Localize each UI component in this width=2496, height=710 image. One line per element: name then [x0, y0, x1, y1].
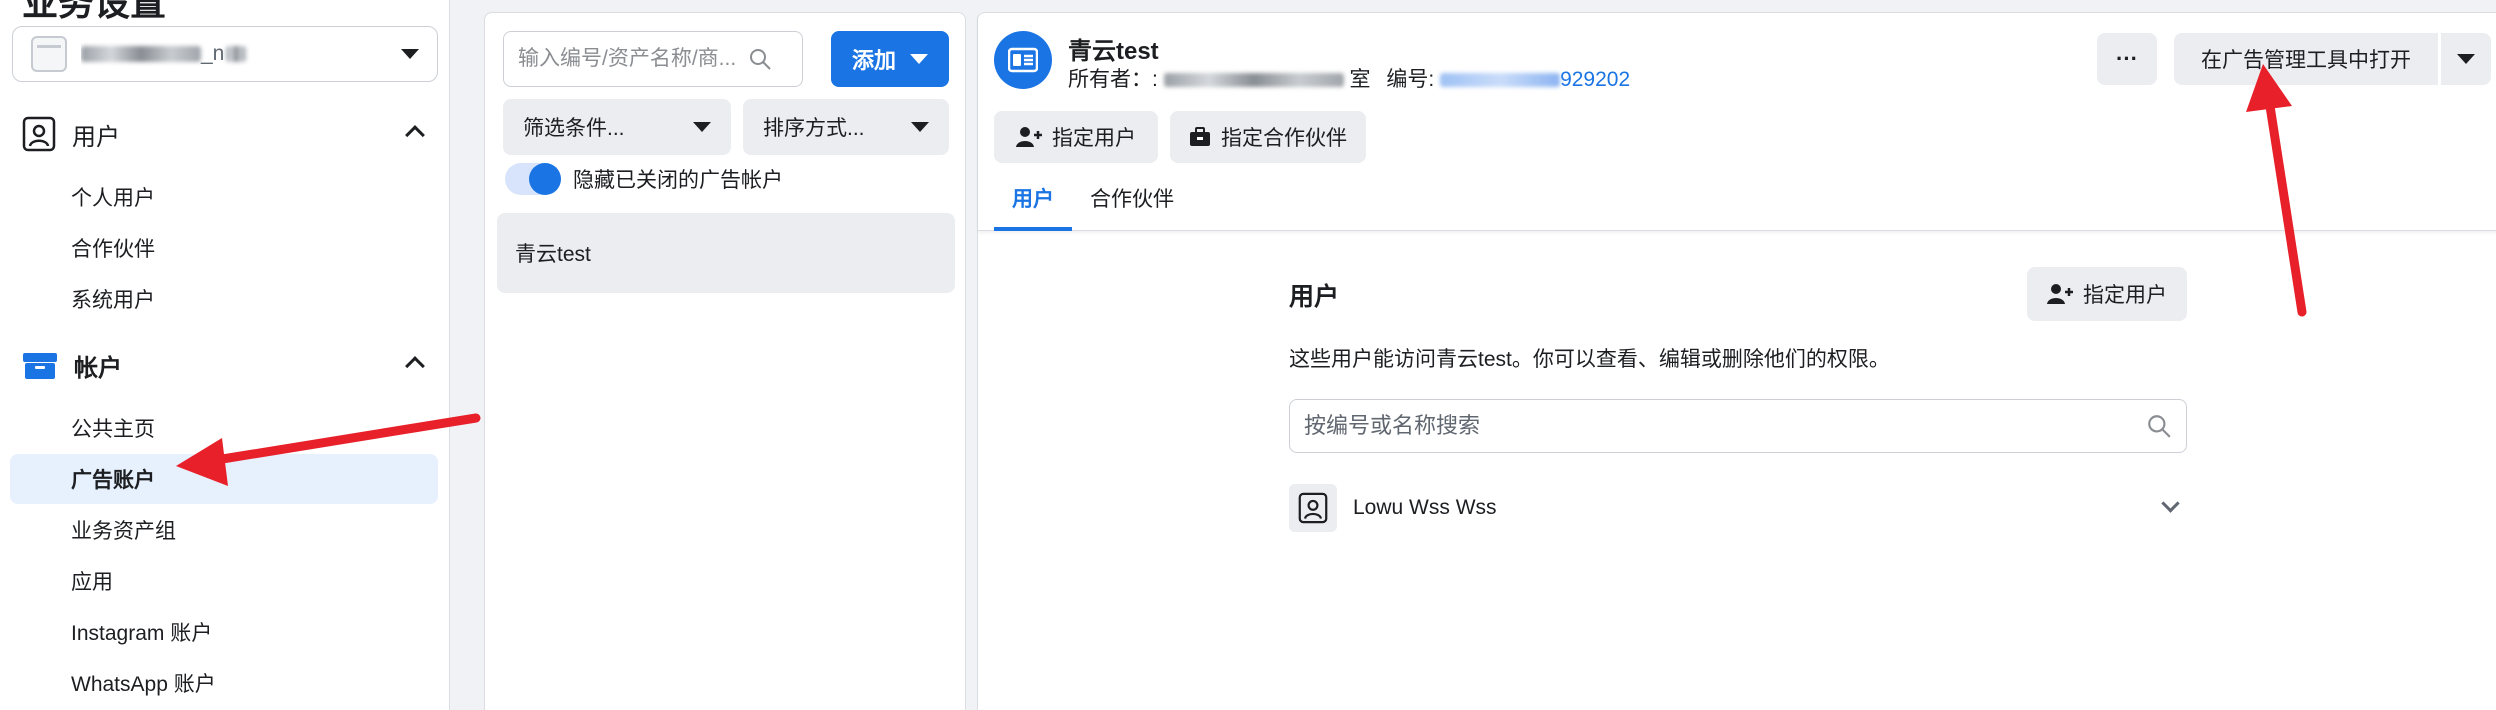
- redacted-text: [226, 46, 247, 63]
- business-name: _n: [81, 42, 401, 66]
- chevron-up-icon[interactable]: [405, 125, 425, 145]
- sidebar-item-people[interactable]: 个人用户: [10, 172, 438, 222]
- id-label: 编号:: [1386, 68, 1435, 91]
- users-section-title: 用户: [1289, 283, 1340, 311]
- person-badge-icon: [22, 116, 56, 152]
- hide-closed-toggle[interactable]: [505, 163, 561, 195]
- redacted-text: [1440, 73, 1561, 88]
- redacted-text: [81, 46, 201, 63]
- asset-list-panel: 添加 筛选条件... 排序方式... 隐藏已关闭的广告帐户 青云test: [484, 12, 966, 710]
- briefcase-icon: [23, 353, 57, 379]
- sidebar-section-users[interactable]: 用户: [22, 114, 425, 154]
- sidebar-section-label: 用户: [72, 123, 120, 151]
- assign-user-button[interactable]: 指定用户: [994, 111, 1158, 163]
- assign-partner-button[interactable]: 指定合作伙伴: [1170, 111, 1366, 163]
- list-item[interactable]: 青云test: [497, 213, 955, 293]
- sidebar-item-apps[interactable]: 应用: [10, 556, 438, 606]
- chevron-down-icon: [910, 54, 928, 64]
- assign-partner-label: 指定合作伙伴: [1221, 127, 1347, 150]
- asset-search-input[interactable]: [518, 47, 748, 71]
- sort-dropdown[interactable]: 排序方式...: [743, 99, 949, 155]
- users-search[interactable]: [1289, 399, 2187, 453]
- account-meta: 所有者：: 室 编号: 929202: [1068, 63, 1630, 93]
- sidebar-item-partners[interactable]: 合作伙伴: [10, 223, 438, 273]
- add-button[interactable]: 添加: [831, 31, 949, 87]
- detail-header: 青云test 所有者：: 室 编号: 929202 ··· 在广告管理工具中打开…: [978, 13, 2496, 231]
- search-icon: [750, 49, 771, 70]
- redacted-text: [1163, 73, 1344, 88]
- user-name: Lowu Wss Wss: [1353, 496, 1497, 519]
- sort-dropdown-label: 排序方式...: [763, 117, 865, 140]
- open-options-dropdown[interactable]: [2441, 33, 2491, 85]
- asset-detail-panel: 青云test 所有者：: 室 编号: 929202 ··· 在广告管理工具中打开…: [977, 12, 2496, 710]
- users-search-input[interactable]: [1304, 413, 2124, 439]
- chevron-down-icon: [693, 122, 711, 132]
- business-selector[interactable]: _n: [12, 26, 438, 82]
- filter-dropdown-label: 筛选条件...: [523, 117, 625, 140]
- more-options-button[interactable]: ···: [2097, 33, 2157, 85]
- sidebar-item-pages[interactable]: 公共主页: [10, 403, 438, 453]
- users-assign-user-button[interactable]: 指定用户: [2027, 267, 2187, 321]
- chevron-down-icon: [401, 49, 419, 59]
- asset-search[interactable]: [503, 31, 803, 87]
- page-title: 业务设置: [22, 0, 167, 23]
- account-id[interactable]: 929202: [1560, 68, 1630, 91]
- detail-tabs: 用户 合作伙伴: [994, 181, 1192, 231]
- add-button-label: 添加: [851, 48, 896, 73]
- hide-closed-toggle-row: 隐藏已关闭的广告帐户: [505, 163, 783, 195]
- search-icon: [2148, 415, 2171, 438]
- owner-label: 所有者：:: [1068, 68, 1158, 91]
- sidebar-section-accounts[interactable]: 帐户: [22, 345, 425, 385]
- business-name-suffix: _n: [201, 42, 225, 65]
- owner-suffix: 室: [1349, 68, 1371, 91]
- sidebar-item-business-asset-groups[interactable]: 业务资产组: [10, 505, 438, 555]
- hide-closed-toggle-label: 隐藏已关闭的广告帐户: [573, 169, 783, 192]
- tab-users[interactable]: 用户: [994, 181, 1072, 231]
- briefcase-icon: [1190, 127, 1210, 146]
- chevron-up-icon[interactable]: [405, 356, 425, 376]
- users-description: 这些用户能访问青云test。你可以查看、编辑或删除他们的权限。: [1289, 348, 1890, 371]
- assign-user-label: 指定用户: [1052, 127, 1136, 150]
- sidebar-item-ad-accounts[interactable]: 广告账户: [10, 454, 438, 504]
- chevron-down-icon: [2457, 54, 2475, 64]
- avatar: [1289, 484, 1337, 532]
- chevron-down-icon[interactable]: [2161, 494, 2180, 513]
- account-name: 青云test: [1068, 38, 1159, 65]
- filter-dropdown[interactable]: 筛选条件...: [503, 99, 731, 155]
- add-person-icon: [2047, 284, 2073, 304]
- tab-partners[interactable]: 合作伙伴: [1072, 181, 1192, 231]
- sidebar-section-label: 帐户: [74, 354, 122, 382]
- sidebar: 业务设置 _n 用户 个人用户 合作伙伴 系统用户 帐户 公共主页 广告账户 业…: [0, 0, 450, 710]
- user-list-item[interactable]: Lowu Wss Wss: [1289, 483, 2187, 533]
- chevron-down-icon: [911, 122, 929, 132]
- open-in-ads-manager-button[interactable]: 在广告管理工具中打开: [2174, 33, 2438, 85]
- add-person-icon: [1016, 127, 1042, 147]
- person-badge-icon: [1298, 492, 1328, 524]
- sidebar-item-instagram[interactable]: Instagram 账户: [10, 607, 438, 657]
- sidebar-item-system-users[interactable]: 系统用户: [10, 274, 438, 324]
- ad-account-icon: [994, 31, 1052, 89]
- users-assign-user-label: 指定用户: [2083, 284, 2167, 307]
- business-logo-icon: [31, 36, 67, 72]
- sidebar-item-whatsapp[interactable]: WhatsApp 账户: [10, 658, 438, 708]
